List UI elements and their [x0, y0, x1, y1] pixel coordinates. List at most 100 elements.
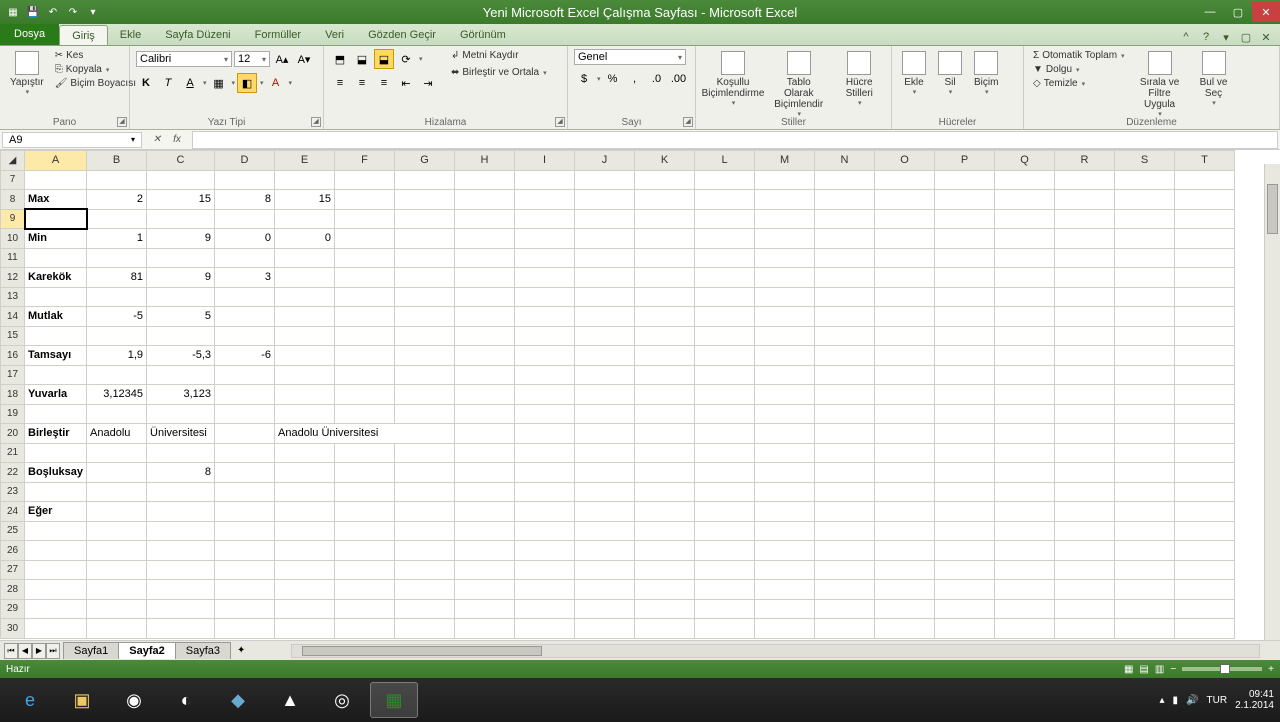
cell[interactable]	[695, 248, 755, 268]
undo-icon[interactable]: ↶	[44, 3, 62, 21]
cell[interactable]	[755, 560, 815, 580]
cell[interactable]	[635, 287, 695, 307]
cell[interactable]	[275, 326, 335, 346]
cell[interactable]	[87, 287, 147, 307]
volume-icon[interactable]: 🔊	[1186, 695, 1198, 706]
cell[interactable]	[1055, 190, 1115, 210]
cell[interactable]	[275, 268, 335, 288]
cell[interactable]	[335, 385, 395, 405]
cell[interactable]	[695, 424, 755, 444]
cell[interactable]	[1055, 365, 1115, 385]
cell[interactable]	[755, 482, 815, 502]
qat-customize-icon[interactable]: ▾	[84, 3, 102, 21]
cell[interactable]	[335, 307, 395, 327]
ribbon-tab-ekle[interactable]: Ekle	[108, 25, 153, 45]
cell[interactable]	[1175, 209, 1235, 229]
cell[interactable]	[87, 365, 147, 385]
ribbon-tab-giriş[interactable]: Giriş	[59, 25, 108, 45]
cell[interactable]	[515, 170, 575, 190]
cell[interactable]	[995, 287, 1055, 307]
cell[interactable]	[815, 502, 875, 522]
cell[interactable]	[575, 326, 635, 346]
cell[interactable]	[1055, 599, 1115, 619]
cell[interactable]	[575, 560, 635, 580]
cell[interactable]	[755, 424, 815, 444]
cell[interactable]	[1055, 268, 1115, 288]
cell[interactable]	[755, 326, 815, 346]
cell[interactable]	[1175, 599, 1235, 619]
cell[interactable]	[275, 619, 335, 639]
cell[interactable]	[755, 443, 815, 463]
cell[interactable]	[755, 346, 815, 366]
cell[interactable]	[1055, 170, 1115, 190]
cell[interactable]	[575, 385, 635, 405]
cell[interactable]	[215, 404, 275, 424]
cell[interactable]	[575, 580, 635, 600]
sheet-nav-first-icon[interactable]: ⏮	[4, 643, 18, 659]
row-header[interactable]: 29	[1, 599, 25, 619]
cell[interactable]	[935, 209, 995, 229]
cell[interactable]	[815, 170, 875, 190]
ribbon-tab-formüller[interactable]: Formüller	[243, 25, 313, 45]
cell[interactable]	[455, 560, 515, 580]
wrap-text-button[interactable]: ↲Metni Kaydır	[448, 49, 550, 62]
cell[interactable]	[575, 287, 635, 307]
cell[interactable]	[815, 521, 875, 541]
cell[interactable]	[935, 268, 995, 288]
cell[interactable]	[635, 463, 695, 483]
cell[interactable]	[147, 209, 215, 229]
cell[interactable]	[755, 463, 815, 483]
font-name-combo[interactable]: Calibri▾	[136, 51, 232, 67]
cell[interactable]	[995, 190, 1055, 210]
cell[interactable]	[1175, 229, 1235, 249]
decrease-decimal-icon[interactable]: .00	[669, 69, 689, 89]
cell[interactable]	[455, 229, 515, 249]
row-header[interactable]: 8	[1, 190, 25, 210]
cell[interactable]	[25, 482, 87, 502]
cell[interactable]	[275, 502, 335, 522]
cell[interactable]	[695, 404, 755, 424]
sheet-tab[interactable]: Sayfa3	[175, 642, 231, 659]
cell[interactable]	[875, 385, 935, 405]
fx-icon[interactable]: fx	[168, 132, 186, 148]
zoom-knob[interactable]	[1220, 664, 1230, 674]
cell[interactable]	[695, 619, 755, 639]
worksheet-grid[interactable]: ◢ABCDEFGHIJKLMNOPQRST78Max215815910Min19…	[0, 150, 1280, 640]
cell[interactable]	[215, 482, 275, 502]
cell[interactable]	[875, 365, 935, 385]
cell[interactable]	[215, 287, 275, 307]
cell[interactable]	[87, 560, 147, 580]
cell[interactable]	[25, 541, 87, 561]
cell[interactable]	[1055, 404, 1115, 424]
cell[interactable]	[395, 229, 455, 249]
file-tab[interactable]: Dosya	[0, 23, 59, 45]
cell[interactable]	[215, 560, 275, 580]
row-header[interactable]: 16	[1, 346, 25, 366]
cell[interactable]	[335, 482, 395, 502]
save-icon[interactable]: 💾	[24, 3, 42, 21]
cell[interactable]	[575, 268, 635, 288]
cell[interactable]	[815, 229, 875, 249]
cell-styles-button[interactable]: Hücre Stilleri▾	[833, 49, 885, 109]
cell[interactable]	[695, 170, 755, 190]
merge-center-button[interactable]: ⬌Birleştir ve Ortala▾	[448, 66, 550, 79]
cell[interactable]	[1055, 229, 1115, 249]
cell[interactable]	[25, 560, 87, 580]
cell[interactable]	[87, 443, 147, 463]
cell[interactable]	[755, 580, 815, 600]
cell[interactable]	[395, 599, 455, 619]
row-header[interactable]: 20	[1, 424, 25, 444]
cell[interactable]	[455, 404, 515, 424]
cell[interactable]	[1175, 482, 1235, 502]
align-center-icon[interactable]: ≡	[352, 73, 372, 93]
cell[interactable]	[875, 170, 935, 190]
cell[interactable]	[455, 365, 515, 385]
cell[interactable]	[1115, 248, 1175, 268]
cell[interactable]	[935, 190, 995, 210]
align-top-icon[interactable]: ⬒	[330, 49, 350, 69]
cell[interactable]	[815, 346, 875, 366]
cell[interactable]: 0	[215, 229, 275, 249]
cell[interactable]	[1115, 502, 1175, 522]
cell[interactable]	[215, 307, 275, 327]
cell[interactable]	[875, 463, 935, 483]
